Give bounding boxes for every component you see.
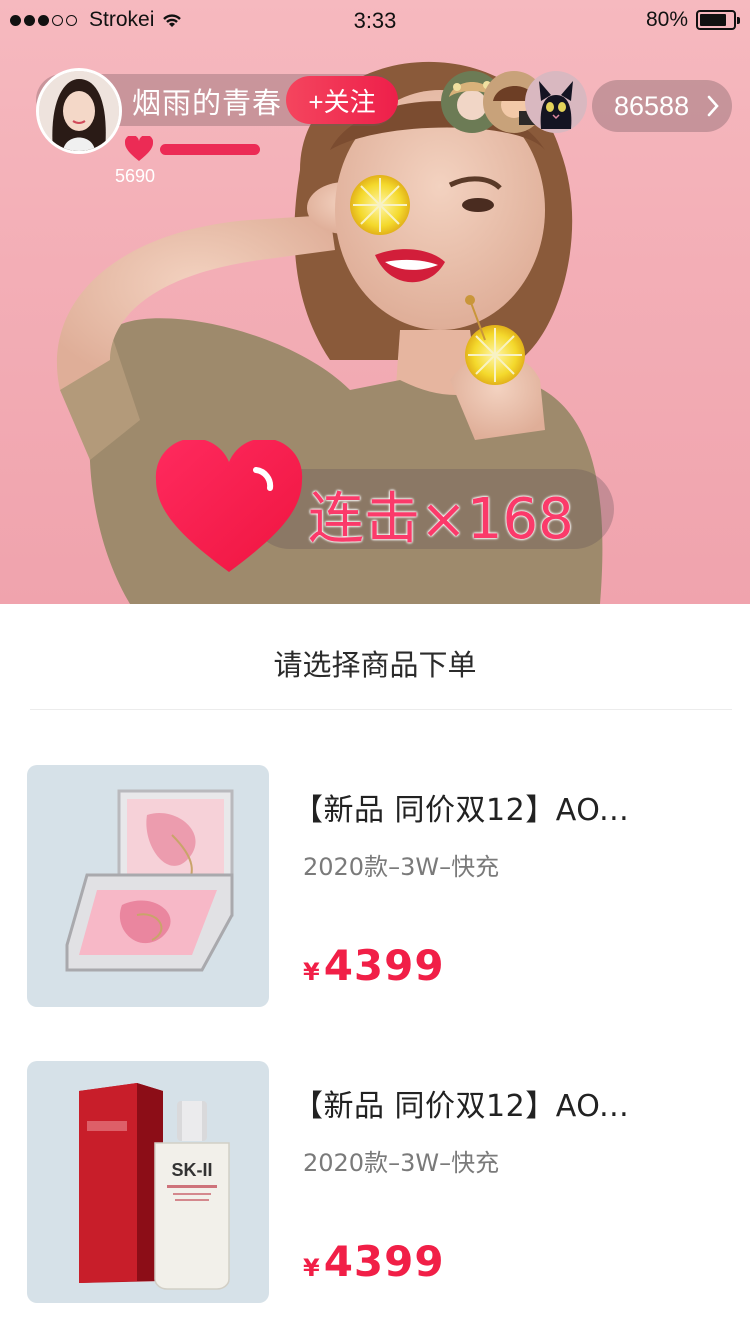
host-avatar[interactable] — [36, 68, 122, 154]
chevron-right-icon — [707, 95, 719, 117]
currency-symbol: ¥ — [303, 1254, 320, 1282]
product-image — [27, 765, 269, 1007]
product-spec: 2020款–3W–快充 — [303, 853, 500, 881]
battery-percent: 80% — [645, 8, 688, 31]
follow-button[interactable]: +关注 — [286, 76, 398, 124]
product-sheet: 请选择商品下单 【新品 同价双12】AO... 2020款–3W–快充 ¥ 43… — [0, 604, 750, 1334]
product-image: SK-II — [27, 1061, 269, 1303]
popularity-bar — [160, 144, 260, 155]
viewer-avatar[interactable] — [525, 71, 587, 133]
popularity-count: 5690 — [115, 166, 156, 186]
divider — [30, 709, 732, 710]
price-value: 4399 — [323, 1237, 445, 1286]
heart-icon — [125, 136, 153, 161]
product-price: ¥ 4399 — [303, 941, 445, 990]
currency-symbol: ¥ — [303, 958, 320, 986]
like-heart-icon[interactable] — [154, 440, 304, 575]
product-title: 【新品 同价双12】AO... — [293, 1089, 630, 1124]
live-video[interactable]: Strokei 3:33 80% 烟雨的青春 +关注 5690 86588 连击… — [0, 0, 750, 604]
product-title: 【新品 同价双12】AO... — [293, 793, 630, 828]
status-bar: Strokei 3:33 80% — [0, 0, 750, 40]
avatar-image — [39, 71, 119, 151]
product-item[interactable]: 【新品 同价双12】AO... 2020款–3W–快充 ¥ 4399 — [27, 765, 727, 1007]
sheet-title: 请选择商品下单 — [273, 648, 477, 682]
viewer-count: 86588 — [614, 90, 690, 121]
combo-counter: 连击×168 — [308, 487, 574, 552]
svg-text:SK-II: SK-II — [171, 1160, 212, 1180]
viewer-count-button[interactable]: 86588 — [592, 80, 732, 132]
price-value: 4399 — [323, 941, 445, 990]
host-name: 烟雨的青春 — [132, 86, 283, 120]
battery-icon — [696, 10, 740, 30]
clock: 3:33 — [353, 8, 397, 33]
product-spec: 2020款–3W–快充 — [303, 1149, 500, 1177]
product-item[interactable]: SK-II 【新品 同价双12】AO... 2020款–3W–快充 ¥ 4399 — [27, 1061, 727, 1303]
product-price: ¥ 4399 — [303, 1237, 445, 1286]
